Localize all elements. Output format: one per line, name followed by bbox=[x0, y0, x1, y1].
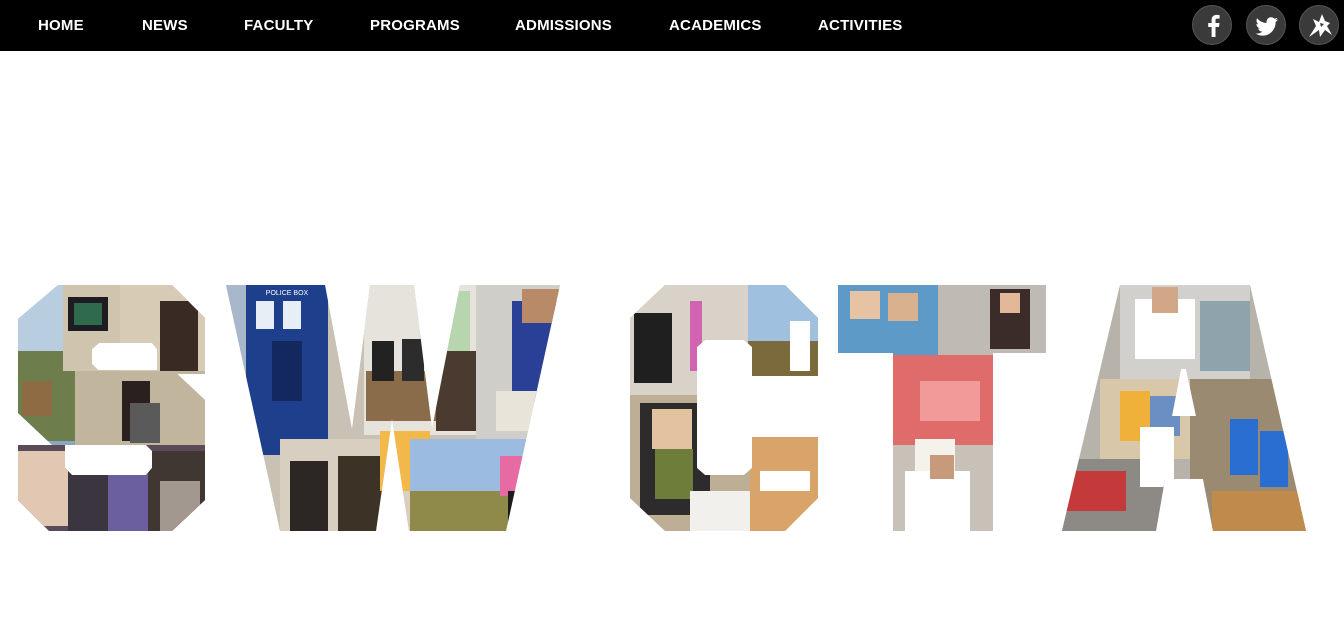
letter-w-collage: POLICE BOX bbox=[226, 285, 560, 531]
mustang-logo-button[interactable] bbox=[1299, 5, 1339, 45]
hero-banner: POLICE BOX bbox=[0, 51, 1344, 633]
facebook-icon bbox=[1208, 14, 1220, 37]
nav-admissions-link[interactable]: ADMISSIONS bbox=[515, 17, 612, 34]
twitter-button[interactable] bbox=[1246, 5, 1286, 45]
nav-activities-link[interactable]: ACTIVITIES bbox=[818, 17, 903, 34]
nav-faculty-link[interactable]: FACULTY bbox=[244, 17, 313, 34]
twitter-icon bbox=[1255, 17, 1278, 36]
tardis-sign-text: POLICE BOX bbox=[266, 290, 309, 297]
letter-t-collage bbox=[838, 285, 1046, 531]
letter-c-collage bbox=[630, 285, 818, 531]
letter-s-collage bbox=[18, 285, 205, 531]
nav-news-link[interactable]: NEWS bbox=[142, 17, 188, 34]
facebook-button[interactable] bbox=[1192, 5, 1232, 45]
nav-academics-link[interactable]: ACADEMICS bbox=[669, 17, 762, 34]
nav-home-link[interactable]: HOME bbox=[38, 17, 84, 34]
letter-a-collage bbox=[1062, 285, 1306, 531]
top-navbar: HOME NEWS FACULTY PROGRAMS ADMISSIONS AC… bbox=[0, 0, 1344, 51]
swcta-photo-collage-wordmark: POLICE BOX bbox=[18, 285, 1306, 531]
nav-programs-link[interactable]: PROGRAMS bbox=[370, 17, 460, 34]
mustang-logo-icon bbox=[1309, 14, 1332, 37]
